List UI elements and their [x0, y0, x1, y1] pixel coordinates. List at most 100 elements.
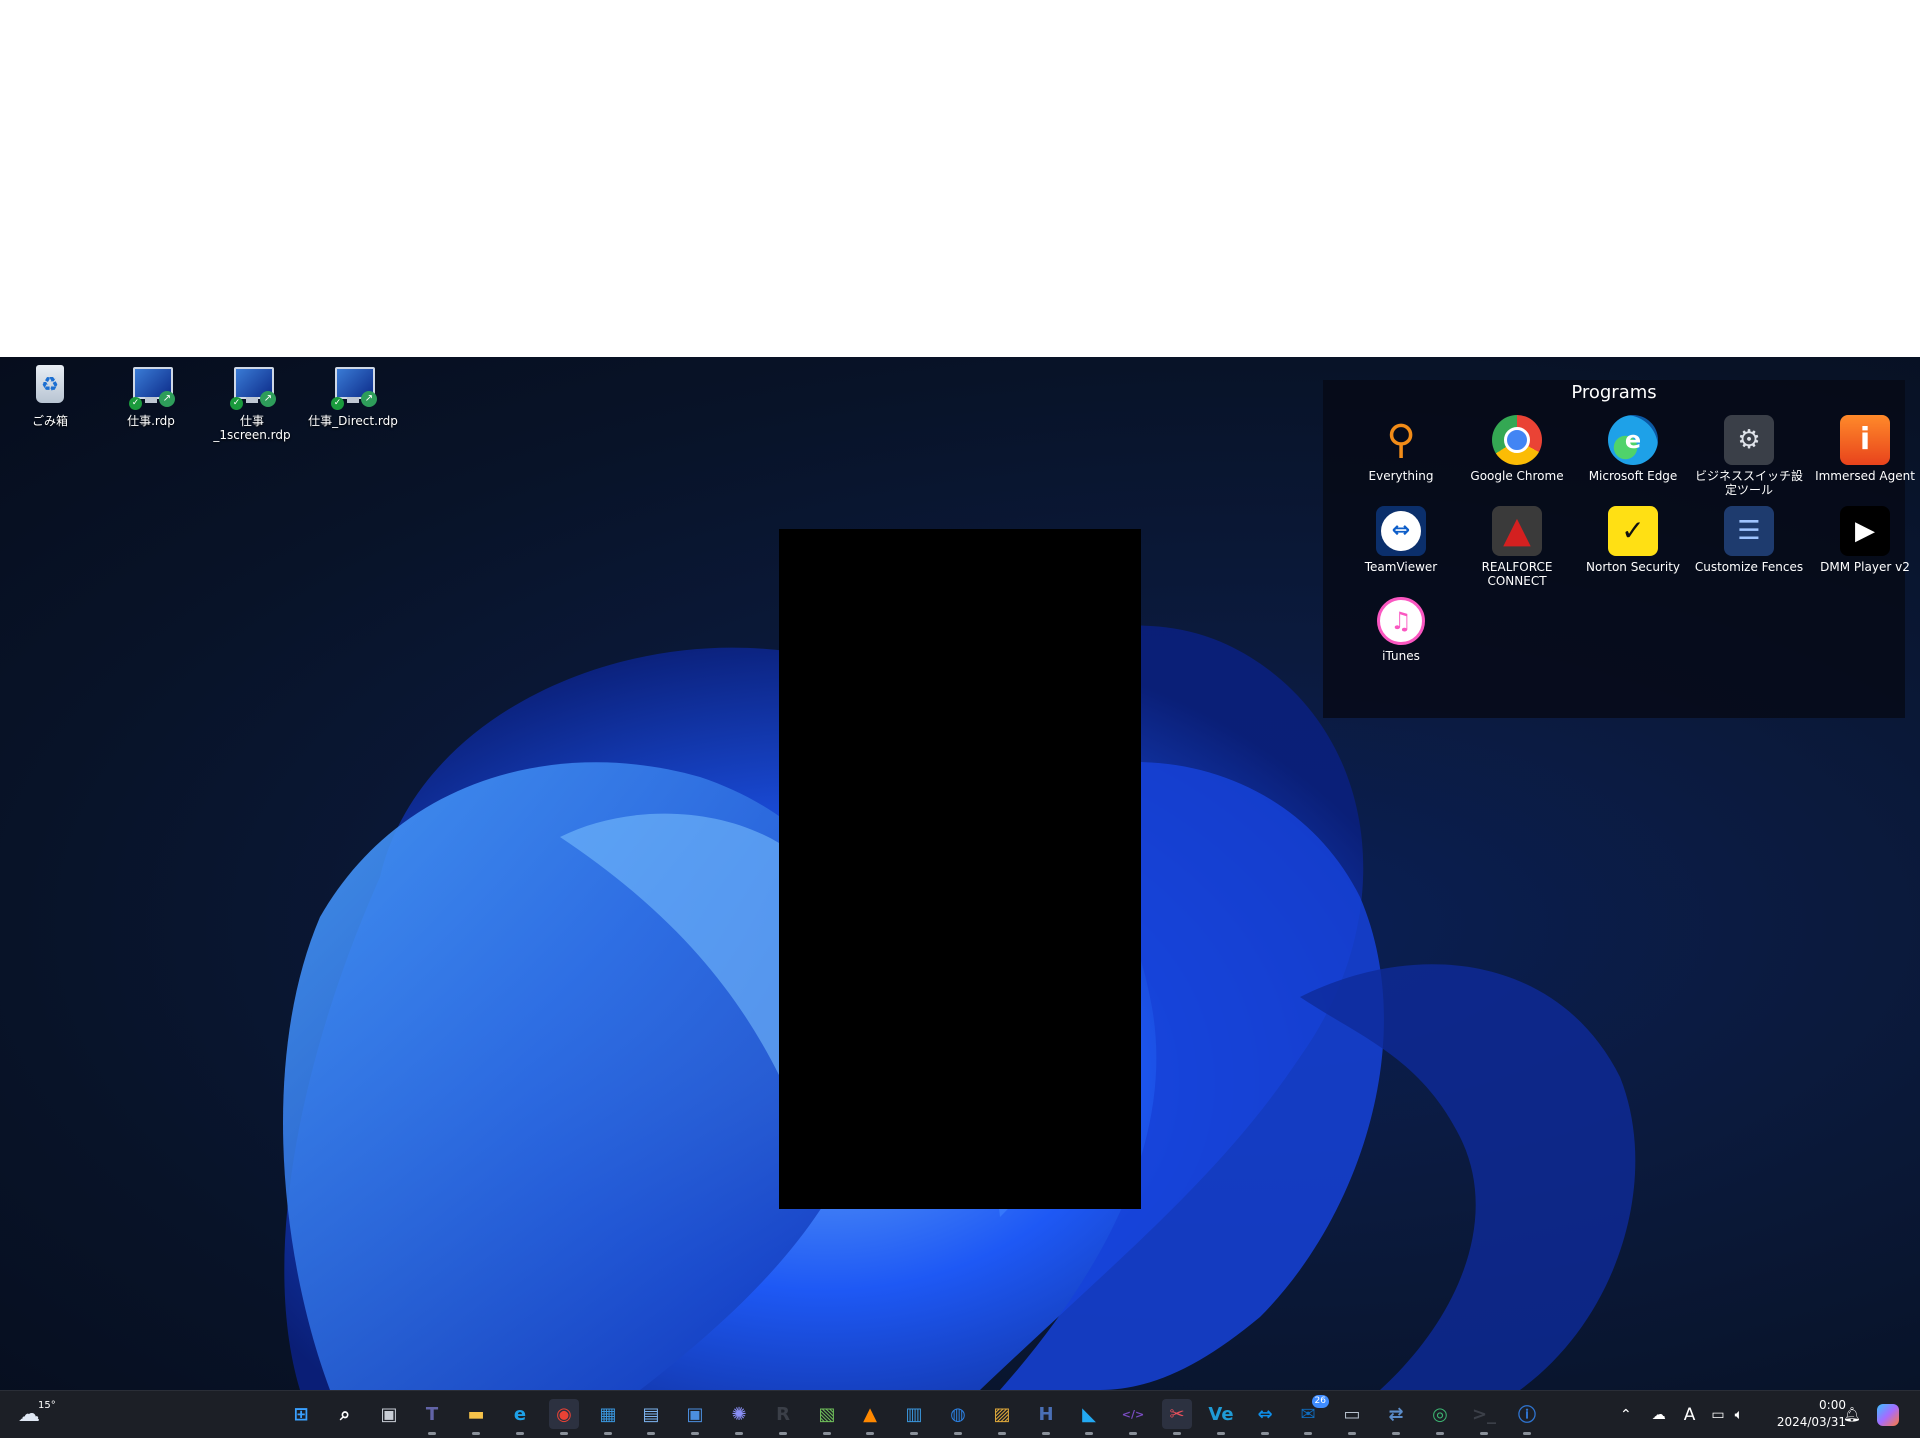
teamviewer-icon: ⇔	[1376, 506, 1426, 556]
fence-item-norton[interactable]: ✓ Norton Security	[1575, 506, 1691, 574]
running-indicator	[1392, 1432, 1400, 1435]
h-app-icon-glyph: H	[1038, 1403, 1054, 1425]
terminal-icon[interactable]: >_	[1469, 1399, 1499, 1435]
outlook-icon[interactable]: ✉ 26	[1293, 1395, 1329, 1435]
edge-icon-glyph: e	[513, 1403, 527, 1425]
snipping-icon[interactable]: ✂	[1162, 1399, 1192, 1435]
dev-tool-icon-glyph: </>	[1121, 1407, 1145, 1421]
fence-item-edge[interactable]: e Microsoft Edge	[1575, 415, 1691, 483]
lock-app-icon-glyph: ▧	[818, 1403, 836, 1425]
photos-icon[interactable]: ▤	[636, 1399, 666, 1435]
realforce-icon: ▲	[1492, 506, 1542, 556]
chrome-icon-glyph: ◉	[556, 1403, 572, 1425]
vscode-icon[interactable]: ◣	[1074, 1399, 1104, 1435]
desktop-icon-label: ごみ箱	[31, 414, 68, 428]
file-explorer-icon[interactable]: ▬	[461, 1399, 491, 1435]
transfer-app-icon[interactable]: ⇄	[1381, 1399, 1411, 1435]
fence-item-switch-settings[interactable]: ⚙ ビジネススイッチ設定ツール	[1691, 415, 1807, 497]
ve-app-icon[interactable]: Ve	[1206, 1399, 1236, 1435]
edge-icon[interactable]: e	[505, 1399, 535, 1435]
switch-settings-icon: ⚙	[1724, 415, 1774, 465]
globe-app-icon[interactable]: ◎	[1425, 1399, 1455, 1435]
store-icon-glyph: ▦	[599, 1403, 617, 1425]
fence-item-customize-fences[interactable]: ☰ Customize Fences	[1691, 506, 1807, 574]
remote-desktop-icon[interactable]: ▣	[680, 1399, 710, 1435]
chrome-icon[interactable]: ◉	[549, 1399, 579, 1435]
network-icon[interactable]: ✺	[724, 1399, 754, 1435]
desktop-icon-rdp[interactable]: ✓ ↗ 仕事.rdp	[103, 363, 199, 428]
fence-item-realforce[interactable]: ▲ REALFORCE CONNECT	[1459, 506, 1575, 588]
thunderbird-icon[interactable]: ◍	[943, 1399, 973, 1435]
network-status-icon[interactable]: ▭	[1711, 1407, 1724, 1423]
running-indicator	[779, 1432, 787, 1435]
fence-item-label: Google Chrome	[1470, 469, 1564, 483]
running-indicator	[1261, 1432, 1269, 1435]
fence-item-chrome[interactable]: Google Chrome	[1459, 415, 1575, 483]
running-indicator	[1304, 1432, 1312, 1435]
calendar-icon[interactable]: ▥	[899, 1399, 929, 1435]
rdp-icon: ✓ ↗	[228, 363, 276, 411]
vlc-icon[interactable]: ▲	[855, 1399, 885, 1435]
running-indicator	[1480, 1432, 1488, 1435]
running-indicator	[516, 1432, 524, 1435]
search-button[interactable]: ⌕	[330, 1399, 360, 1429]
chevron-up-icon[interactable]: ⌃	[1620, 1407, 1632, 1423]
thunderbird-icon-glyph: ◍	[950, 1403, 966, 1425]
running-indicator	[1129, 1432, 1137, 1435]
teamviewer-icon-glyph: ⇔	[1257, 1403, 1273, 1425]
archive-app-icon[interactable]: ▨	[987, 1399, 1017, 1435]
onedrive-icon[interactable]: ☁	[1652, 1407, 1666, 1423]
fence-item-label: DMM Player v2	[1820, 560, 1910, 574]
globe-app-icon-glyph: ◎	[1432, 1403, 1448, 1425]
desktop-icon-recycle-bin[interactable]: ♻ ごみ箱	[2, 363, 98, 428]
notification-bell-icon[interactable]: 🔔︎	[1843, 1391, 1861, 1438]
running-indicator	[1523, 1432, 1531, 1435]
fence-item-dmm-player[interactable]: ▶ DMM Player v2	[1807, 506, 1920, 574]
teams-icon[interactable]: T	[417, 1399, 447, 1435]
fence-item-label: Immersed Agent	[1815, 469, 1915, 483]
desktop-icon-rdp-1screen[interactable]: ✓ ↗ 仕事_1screen.rdp	[204, 363, 300, 442]
fence-item-immersed[interactable]: i Immersed Agent	[1807, 415, 1920, 483]
r-app-icon-glyph: R	[776, 1403, 790, 1425]
dev-tool-icon[interactable]: </>	[1118, 1399, 1148, 1435]
photos-icon-glyph: ▤	[642, 1403, 660, 1425]
start-button[interactable]: ⊞	[286, 1399, 316, 1429]
fence-item-label: ビジネススイッチ設定ツール	[1694, 469, 1803, 497]
rdp-icon: ✓ ↗	[329, 363, 377, 411]
taskbar: ☁ 15° ⊞ ⌕ ▣ T ▬ e ◉ ▦ ▤ ▣ ✺ R ▧ ▲ ▥ ◍ ▨ H ◣ </> ✂ Ve ⇔ ✉ 26 ▭ ⇄ ◎ >_…	[0, 1390, 1920, 1438]
desktop[interactable]: ♻ ごみ箱 ✓ ↗ 仕事.rdp ✓ ↗ 仕事_1screen.rdp ✓ ↗ 仕事_…	[0, 357, 1920, 1390]
lock-app-icon[interactable]: ▧	[812, 1399, 842, 1435]
store-icon[interactable]: ▦	[593, 1399, 623, 1435]
rdp-icon: ✓ ↗	[127, 363, 175, 411]
monitor-app-icon[interactable]: ▭	[1337, 1399, 1367, 1435]
clock[interactable]: 0:00 2024/03/31	[1777, 1397, 1846, 1431]
fence-item-label: REALFORCE CONNECT	[1481, 560, 1553, 588]
running-indicator	[560, 1432, 568, 1435]
fence-item-teamviewer[interactable]: ⇔ TeamViewer	[1343, 506, 1459, 574]
fence-item-everything[interactable]: ⚲ Everything	[1343, 415, 1459, 483]
copilot-icon[interactable]	[1877, 1391, 1899, 1438]
search-button-glyph: ⌕	[339, 1403, 351, 1425]
ime-indicator[interactable]: A	[1684, 1405, 1696, 1425]
weather-cloud-icon: ☁	[18, 1402, 40, 1427]
desktop-icon-rdp-direct[interactable]: ✓ ↗ 仕事_Direct.rdp	[305, 363, 401, 428]
start-button-glyph: ⊞	[293, 1403, 309, 1425]
r-app-icon[interactable]: R	[768, 1399, 798, 1435]
h-app-icon[interactable]: H	[1031, 1399, 1061, 1435]
running-indicator	[1042, 1432, 1050, 1435]
dmm-player-icon: ▶	[1840, 506, 1890, 556]
volume-icon[interactable]: 🔈︎	[1735, 1407, 1743, 1423]
running-indicator	[998, 1432, 1006, 1435]
password-manager-icon[interactable]: ⓘ	[1512, 1399, 1542, 1435]
fences-panel-programs[interactable]: Programs ⚲ Everything Google Chrome e Mi…	[1323, 380, 1915, 718]
running-indicator	[647, 1432, 655, 1435]
running-indicator	[1436, 1432, 1444, 1435]
teamviewer-icon[interactable]: ⇔	[1250, 1399, 1280, 1435]
task-view-button[interactable]: ▣	[374, 1399, 404, 1429]
recycle-bin-icon: ♻	[26, 363, 74, 411]
running-indicator	[1217, 1432, 1225, 1435]
fence-item-itunes[interactable]: ♫ iTunes	[1343, 597, 1459, 663]
vscode-icon-glyph: ◣	[1082, 1403, 1096, 1425]
itunes-icon: ♫	[1377, 597, 1425, 645]
weather-widget[interactable]: ☁ 15°	[18, 1391, 56, 1438]
